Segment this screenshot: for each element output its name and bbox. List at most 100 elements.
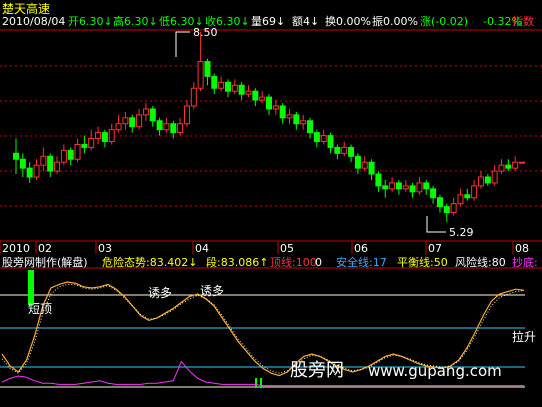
indicator-field-value: :100 <box>292 256 317 269</box>
candle-body <box>122 117 129 125</box>
candle-body <box>450 203 457 214</box>
candle-body <box>19 158 26 169</box>
candle-body <box>224 81 231 92</box>
candle-body <box>279 105 286 119</box>
candle-body <box>505 164 512 169</box>
header-field-arrow: ↓ <box>104 15 113 28</box>
candle-body <box>108 129 115 143</box>
header-field-value: 0.00% <box>383 15 418 28</box>
candle-body <box>231 84 238 92</box>
candle-body <box>252 90 259 101</box>
index-button[interactable]: 指数 <box>512 14 534 28</box>
short-top-label: 短顶 <box>28 302 52 316</box>
candle-body <box>163 123 170 131</box>
candle-body <box>430 188 437 199</box>
time-label: 04 <box>195 242 209 255</box>
candle-body <box>156 120 163 131</box>
header-field-0: 开6.30↓ <box>68 15 113 28</box>
indicator-field-label: 平衡线 <box>397 255 430 269</box>
header-field-label: 涨 <box>420 15 431 28</box>
candle-body <box>88 138 95 148</box>
candle-body <box>245 90 252 95</box>
header-field-arrow: ↓ <box>310 15 319 28</box>
candle-body <box>33 164 40 178</box>
candle-body <box>300 120 307 125</box>
header-field-label: 额 <box>292 15 303 28</box>
indicator-field-5: 平衡线:50 <box>397 255 448 269</box>
candle-body <box>416 182 423 193</box>
candle-body <box>348 146 355 157</box>
candle-body <box>464 194 471 199</box>
candle-body <box>389 182 396 190</box>
header-field-label: 量 <box>251 15 262 28</box>
candle-body <box>81 143 88 148</box>
indicator-field-2: 顶线:100 <box>270 255 317 269</box>
header-field-label: 开 <box>68 15 79 28</box>
candle-body <box>498 164 505 172</box>
time-label: 03 <box>98 242 112 255</box>
candle-body <box>101 132 108 143</box>
candle-body <box>368 161 375 175</box>
header-field-value: (-0.02) <box>431 15 468 28</box>
indicator-field-7: 抄底: <box>512 255 538 269</box>
candle-body <box>512 161 519 169</box>
pull-up-label: 拉升 <box>512 329 536 344</box>
candle-body <box>259 96 266 101</box>
indicator-fields: 危险态势:83.402↓ 段:83.086↑ 顶线:1000 安全线:17 平衡线:50… <box>102 255 538 269</box>
candle-body <box>47 155 54 172</box>
candle-body <box>471 185 478 199</box>
candle-body <box>402 185 409 190</box>
candle-body <box>382 185 389 190</box>
indicator-field-value: 0 <box>315 256 322 269</box>
candle-body <box>443 206 450 214</box>
header-field-5: 额4↓ <box>292 15 319 28</box>
header-field-label: 高 <box>113 14 124 28</box>
indicator-field-value: :17 <box>369 256 387 269</box>
header-field-label: 低 <box>159 15 170 28</box>
header-field-6: 换0.00% <box>325 14 371 28</box>
time-label: 05 <box>280 242 294 255</box>
candle-body <box>436 197 443 208</box>
candle-body <box>26 167 33 178</box>
header-field-1: 高6.30↓ <box>113 14 158 28</box>
indicator-field-value: :83.086 <box>217 256 259 269</box>
lure-label-2: 诱多 <box>200 284 224 298</box>
low-annotation: 5.29 <box>449 226 474 239</box>
header-fields: 开6.30↓ 高6.30↓ 低6.30↓ 收6.30↓ 量69↓ 额4↓ 换0.00% 振0.… <box>68 14 522 28</box>
candle-body <box>341 146 348 154</box>
header-field-4: 量69↓ <box>251 15 285 28</box>
short-top-bar <box>28 270 34 305</box>
header-field-arrow: ↓ <box>276 15 285 28</box>
time-label: 2010 <box>2 242 30 255</box>
time-label: 08 <box>515 242 529 255</box>
candle-body <box>519 161 525 164</box>
candle-body <box>74 143 81 160</box>
candle-body <box>266 96 272 110</box>
candle-body <box>320 135 327 143</box>
candle-body <box>60 149 67 163</box>
candle-body <box>361 161 368 169</box>
candle-body <box>307 120 314 134</box>
indicator-field-6: 风险线:80 <box>455 255 506 269</box>
candle-body <box>491 170 498 184</box>
candle-body <box>211 75 218 89</box>
candle-body <box>95 132 102 140</box>
candle-body <box>313 132 320 143</box>
header-field-value: 6.30 <box>124 15 149 28</box>
indicator-field-label: 段 <box>206 255 217 269</box>
header-field-value: 6.30 <box>170 15 195 28</box>
candle-body <box>409 185 416 193</box>
indicator-field-label: 顶线 <box>270 255 292 269</box>
time-label: 02 <box>38 242 52 255</box>
bottom-bar-1 <box>255 378 257 388</box>
candle-body <box>354 155 361 169</box>
header-field-label: 换 <box>325 14 336 28</box>
indicator-field-arrow: ↑ <box>259 256 268 269</box>
candle-body <box>204 61 211 77</box>
indicator-field-3: 0 <box>315 256 322 269</box>
candle-body <box>13 152 19 160</box>
header-field-8: 涨(-0.02) <box>420 15 468 28</box>
watermark-cn: 股旁网 <box>290 360 344 381</box>
date-label: 2010/08/04 <box>2 15 65 28</box>
candle-body <box>197 61 204 89</box>
